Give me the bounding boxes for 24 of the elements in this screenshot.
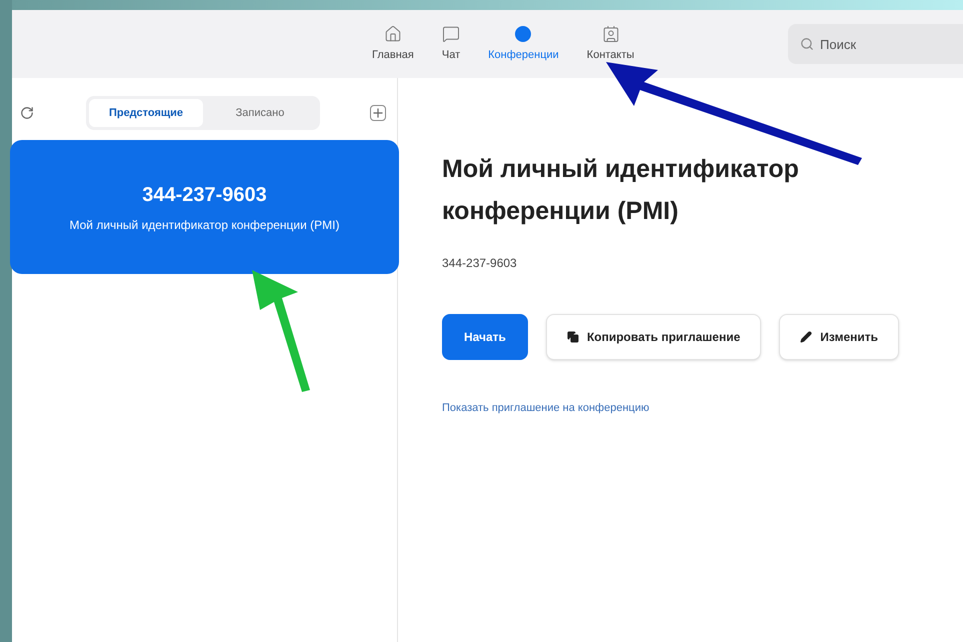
- meeting-id: 344-237-9603: [142, 183, 267, 208]
- search-field[interactable]: Поиск: [788, 24, 963, 64]
- nav-tab[interactable]: Конференции: [488, 24, 559, 64]
- add-icon[interactable]: [370, 105, 386, 121]
- nav-tab[interactable]: Контакты: [586, 24, 634, 64]
- refresh-icon[interactable]: [20, 106, 34, 120]
- meeting-card[interactable]: 344-237-9603 Мой личный идентификатор конференции (PMI): [10, 140, 399, 274]
- show-invitation-link[interactable]: Показать приглашение на конференцию: [442, 400, 963, 416]
- meeting-tab[interactable]: Предстоящие: [89, 99, 203, 127]
- chat-bubble-icon: [442, 24, 460, 43]
- meeting-title: Мой личный идентификатор конференции (PMI): [70, 217, 340, 234]
- detail-title: Мой личный идентификатор конференции (PMI): [442, 154, 800, 227]
- contact-card-icon: [602, 24, 620, 43]
- start-button[interactable]: Начать: [442, 314, 528, 360]
- nav-tab[interactable]: Чат: [442, 24, 460, 64]
- pencil-icon: [800, 331, 812, 343]
- detail-id: 344-237-9603: [442, 255, 518, 272]
- copy-button[interactable]: Копировать приглашение: [546, 314, 762, 360]
- meeting-tab[interactable]: Записано: [203, 99, 317, 127]
- search-icon: [800, 37, 814, 51]
- nav-tab[interactable]: Главная: [372, 24, 414, 64]
- house-icon: [384, 24, 402, 43]
- copy-icon: [566, 331, 579, 343]
- edit-button[interactable]: Изменить: [779, 314, 900, 360]
